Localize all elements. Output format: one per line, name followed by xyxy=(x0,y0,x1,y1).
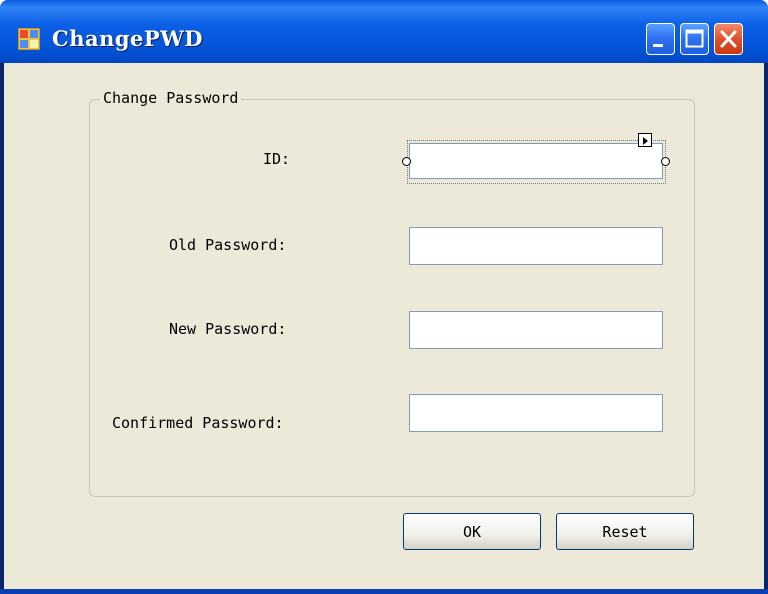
groupbox-title: Change Password xyxy=(100,89,242,107)
play-arrow-icon xyxy=(643,137,648,145)
id-input[interactable] xyxy=(410,144,662,178)
title-bar[interactable]: ChangePWD xyxy=(0,0,768,63)
minimize-button[interactable] xyxy=(646,23,675,55)
maximize-icon xyxy=(685,29,704,48)
id-label: ID: xyxy=(263,150,291,168)
confirm-password-label: Confirmed Password: xyxy=(112,414,284,432)
old-password-field[interactable] xyxy=(409,227,663,265)
smart-tag-button[interactable] xyxy=(638,133,652,147)
window-bottom-border xyxy=(0,589,768,594)
resize-handle-left[interactable] xyxy=(402,157,411,166)
ok-button[interactable]: OK xyxy=(403,513,541,550)
old-password-label: Old Password: xyxy=(169,236,287,254)
confirm-password-input[interactable] xyxy=(410,395,662,431)
close-button[interactable] xyxy=(714,23,743,55)
close-icon xyxy=(720,30,737,48)
resize-handle-right[interactable] xyxy=(661,157,670,166)
new-password-label: New Password: xyxy=(169,320,287,338)
app-icon xyxy=(18,28,40,50)
new-password-input[interactable] xyxy=(410,312,662,348)
old-password-input[interactable] xyxy=(410,228,662,264)
reset-button[interactable]: Reset xyxy=(556,513,694,550)
id-field[interactable] xyxy=(409,143,663,179)
minimize-icon xyxy=(653,44,663,47)
app-window: ChangePWD Change Password ID: Old Passwo… xyxy=(0,0,768,594)
client-area: Change Password ID: Old Password: New Pa… xyxy=(4,63,764,589)
new-password-field[interactable] xyxy=(409,311,663,349)
confirm-password-field[interactable] xyxy=(409,394,663,432)
window-title: ChangePWD xyxy=(52,26,203,51)
maximize-button[interactable] xyxy=(680,23,709,55)
